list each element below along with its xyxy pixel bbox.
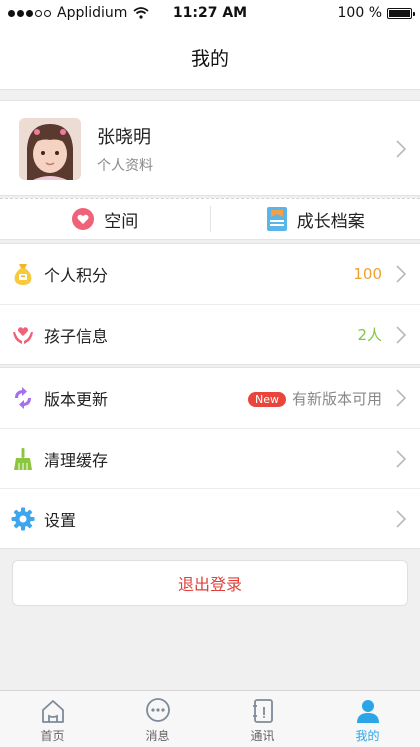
list-item-clear-cache[interactable]: 清理缓存 (0, 428, 420, 488)
update-status: New 有新版本可用 (247, 388, 382, 409)
space-label: 空间 (104, 211, 139, 232)
chevron-right-icon (396, 389, 406, 407)
list-item-points[interactable]: 个人积分 100 (0, 244, 420, 304)
chevron-right-icon (396, 510, 406, 528)
settings-label: 设置 (44, 510, 77, 530)
tab-me-label: 我的 (355, 729, 380, 743)
settings-group: 版本更新 New 有新版本可用 清理缓存 设置 (0, 367, 420, 549)
chat-bubble-icon (145, 698, 170, 722)
list-item-update[interactable]: 版本更新 New 有新版本可用 (0, 368, 420, 428)
list-item-settings[interactable]: 设置 (0, 488, 420, 548)
status-right: 100 % (337, 5, 415, 21)
shortcut-bar: 空间 成长档案 (0, 198, 420, 240)
list-item-children[interactable]: 孩子信息 2人 (0, 304, 420, 364)
tab-contacts[interactable]: 通讯 (210, 691, 315, 747)
page-title: 我的 (190, 48, 229, 70)
tab-me[interactable]: 我的 (315, 691, 420, 747)
tab-messages-label: 消息 (145, 729, 170, 743)
status-left: Applidium (8, 5, 150, 21)
new-badge: New (247, 391, 286, 407)
logout-button[interactable]: 退出登录 (12, 560, 408, 606)
archive-card-icon (266, 207, 287, 231)
tab-home[interactable]: 首页 (0, 691, 105, 747)
broom-icon (11, 447, 35, 471)
contacts-book-icon (252, 699, 273, 723)
heart-bubble-icon (72, 208, 95, 230)
tab-messages[interactable]: 消息 (105, 691, 210, 747)
profile-card[interactable]: 张晓明 个人资料 (0, 100, 420, 196)
wifi-icon (133, 7, 150, 19)
tab-contacts-label: 通讯 (250, 729, 275, 743)
tab-home-label: 首页 (40, 729, 65, 743)
clear-cache-label: 清理缓存 (44, 450, 109, 470)
gear-icon (11, 507, 35, 531)
space-button[interactable]: 空间 (0, 199, 210, 239)
money-bag-icon (11, 262, 35, 286)
nav-bar: 我的 (0, 26, 420, 90)
growth-archive-button[interactable]: 成长档案 (211, 199, 420, 239)
growth-archive-label: 成长档案 (296, 211, 365, 232)
status-bar: Applidium 11:27 AM 100 % (0, 0, 420, 26)
tab-bar: 首页 消息 通讯 我的 (0, 690, 420, 747)
children-value: 2人 (357, 326, 382, 344)
chevron-right-icon (396, 326, 406, 344)
chevron-right-icon (396, 450, 406, 468)
logout-label: 退出登录 (177, 575, 242, 594)
hands-heart-icon (11, 323, 35, 347)
refresh-arrows-icon (11, 386, 35, 410)
chevron-right-icon (396, 265, 406, 283)
chevron-right-icon (396, 140, 406, 158)
profile-name: 张晓明 (97, 127, 151, 148)
update-label: 版本更新 (44, 390, 109, 409)
carrier-label: Applidium (57, 5, 128, 21)
update-value: 有新版本可用 (291, 389, 382, 408)
person-icon (356, 700, 379, 723)
points-label: 个人积分 (44, 266, 109, 285)
battery-icon (387, 7, 415, 19)
battery-percent: 100 % (337, 5, 382, 21)
points-children-group: 个人积分 100 孩子信息 2人 (0, 243, 420, 365)
points-value: 100 (353, 265, 382, 283)
home-icon (41, 700, 64, 723)
children-label: 孩子信息 (44, 326, 109, 346)
signal-icon (8, 9, 51, 17)
avatar[interactable] (19, 118, 81, 180)
profile-subtitle: 个人资料 (97, 158, 153, 174)
